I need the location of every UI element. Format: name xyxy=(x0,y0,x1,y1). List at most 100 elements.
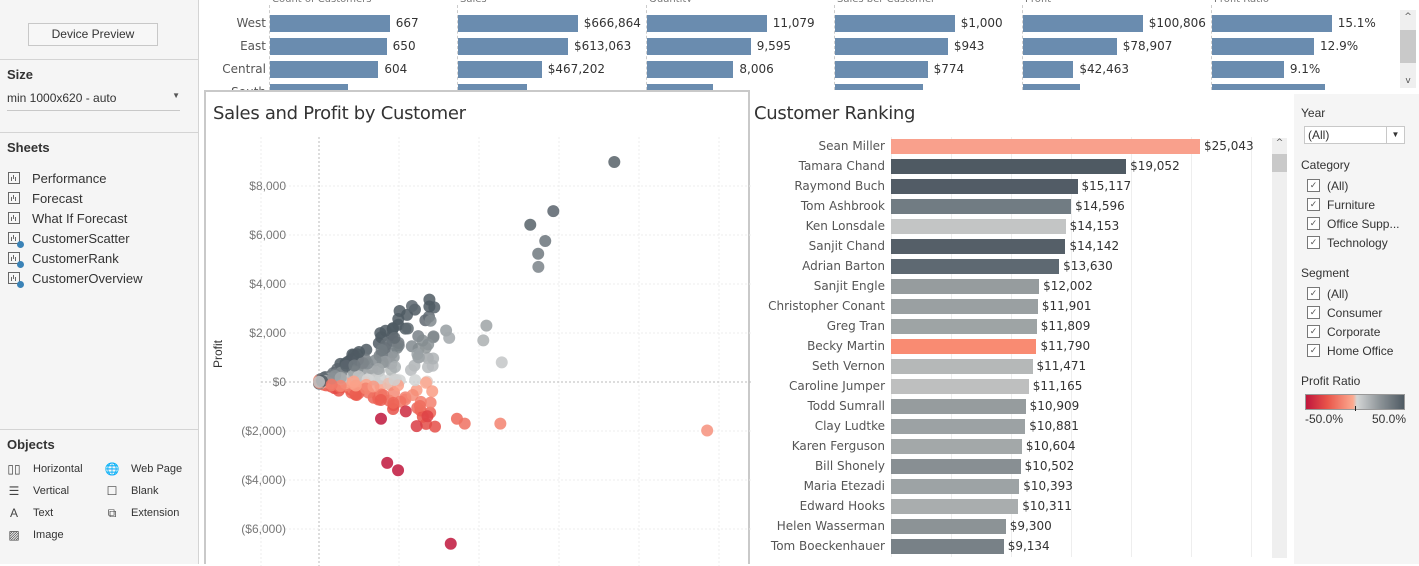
overview-scrollbar[interactable]: ^ v xyxy=(1400,10,1416,88)
scatter-point[interactable] xyxy=(375,343,388,356)
scatter-point[interactable] xyxy=(399,405,412,418)
scatter-point[interactable] xyxy=(375,412,387,425)
overview-bar[interactable] xyxy=(1212,61,1284,78)
scatter-point[interactable] xyxy=(387,396,400,409)
scatter-chart[interactable]: $8,000 $6,000 $4,000 $2,000 $0 ($2,000) ($4,00… xyxy=(206,92,752,566)
scatter-point[interactable] xyxy=(381,456,394,469)
ranking-bar[interactable] xyxy=(891,439,1022,454)
object-web-page[interactable]: 🌐 Web Page xyxy=(105,462,183,476)
ranking-row[interactable]: Karen Ferguson $10,604 xyxy=(752,437,1262,457)
scatter-point[interactable] xyxy=(401,322,414,335)
scatter-point[interactable] xyxy=(494,417,507,430)
ranking-row[interactable]: Greg Tran $11,809 xyxy=(752,317,1262,337)
ranking-bar[interactable] xyxy=(891,399,1026,414)
sheet-item[interactable]: CustomerRank xyxy=(8,248,143,268)
scatter-point[interactable] xyxy=(443,331,456,344)
ranking-row[interactable]: Seth Vernon $11,471 xyxy=(752,357,1262,377)
checkbox-checked-icon[interactable]: ✓ xyxy=(1307,236,1320,249)
scatter-point[interactable] xyxy=(524,218,537,231)
overview-bar[interactable] xyxy=(270,15,390,32)
overview-bar[interactable] xyxy=(270,61,379,78)
overview-bar[interactable] xyxy=(1023,61,1074,78)
scatter-point[interactable] xyxy=(495,356,508,369)
overview-bar[interactable] xyxy=(1023,15,1143,32)
ranking-row[interactable]: Raymond Buch $15,117 xyxy=(752,177,1262,197)
scatter-point[interactable] xyxy=(388,373,401,386)
overview-bar[interactable] xyxy=(458,15,578,32)
checkbox-checked-icon[interactable]: ✓ xyxy=(1307,344,1320,357)
ranking-bar[interactable] xyxy=(891,539,1004,554)
ranking-row[interactable]: Bill Shonely $10,502 xyxy=(752,457,1262,477)
checkbox-checked-icon[interactable]: ✓ xyxy=(1307,198,1320,211)
ranking-bar[interactable] xyxy=(891,459,1021,474)
scatter-point[interactable] xyxy=(313,375,326,388)
ranking-row[interactable]: Ken Lonsdale $14,153 xyxy=(752,217,1262,237)
scatter-point[interactable] xyxy=(423,300,436,313)
scroll-up-icon[interactable]: ^ xyxy=(1400,12,1416,22)
ranking-bar[interactable] xyxy=(891,299,1038,314)
scatter-point[interactable] xyxy=(532,247,545,260)
segment-checkbox-item[interactable]: ✓ Corporate xyxy=(1307,322,1380,341)
ranking-row[interactable]: Tom Ashbrook $14,596 xyxy=(752,197,1262,217)
scroll-down-icon[interactable]: v xyxy=(1400,76,1416,86)
scatter-point[interactable] xyxy=(367,380,380,393)
ranking-bar[interactable] xyxy=(891,259,1060,274)
scatter-point[interactable] xyxy=(424,314,437,327)
scatter-point[interactable] xyxy=(424,396,437,409)
scatter-point[interactable] xyxy=(480,319,493,332)
ranking-bar[interactable] xyxy=(891,219,1066,234)
scroll-up-icon[interactable]: ^ xyxy=(1272,138,1287,148)
ranking-row[interactable]: Caroline Jumper $11,165 xyxy=(752,377,1262,397)
overview-bar[interactable] xyxy=(1023,38,1117,55)
scroll-thumb[interactable] xyxy=(1272,154,1287,172)
overview-bar[interactable] xyxy=(835,15,955,32)
ranking-bar[interactable] xyxy=(891,239,1066,254)
ranking-scrollbar[interactable]: ^ xyxy=(1272,138,1287,558)
scatter-point[interactable] xyxy=(349,379,362,392)
scatter-point[interactable] xyxy=(374,394,387,407)
ranking-row[interactable]: Helen Wasserman $9,300 xyxy=(752,517,1262,537)
ranking-row[interactable]: Todd Sumrall $10,909 xyxy=(752,397,1262,417)
year-dropdown[interactable]: (All) ▼ xyxy=(1304,126,1405,144)
scatter-point[interactable] xyxy=(532,260,545,273)
overview-bar[interactable] xyxy=(647,61,734,78)
scatter-point[interactable] xyxy=(413,399,426,412)
overview-bar[interactable] xyxy=(1023,84,1080,90)
category-checkbox-item[interactable]: ✓ Furniture xyxy=(1307,195,1375,214)
ranking-row[interactable]: Sanjit Chand $14,142 xyxy=(752,237,1262,257)
ranking-row[interactable]: Adrian Barton $13,630 xyxy=(752,257,1262,277)
overview-bar[interactable] xyxy=(1212,38,1315,55)
ranking-bar[interactable] xyxy=(891,339,1037,354)
ranking-row[interactable]: Christopher Conant $11,901 xyxy=(752,297,1262,317)
scatter-point[interactable] xyxy=(409,374,422,387)
size-dropdown[interactable]: min 1000x620 - auto ▼ xyxy=(7,91,180,111)
ranking-bar[interactable] xyxy=(891,139,1200,154)
scatter-point[interactable] xyxy=(372,363,385,376)
ranking-bar[interactable] xyxy=(891,379,1029,394)
ranking-row[interactable]: Sean Miller $25,043 xyxy=(752,137,1262,157)
ranking-row[interactable]: Tamara Chand $19,052 xyxy=(752,157,1262,177)
sheet-item[interactable]: Performance xyxy=(8,168,143,188)
object-text[interactable]: A Text xyxy=(7,506,53,520)
object-image[interactable]: ▨ Image xyxy=(7,528,63,542)
scatter-point[interactable] xyxy=(393,304,406,317)
category-checkbox-item[interactable]: ✓ Technology xyxy=(1307,233,1388,252)
ranking-bar[interactable] xyxy=(891,279,1040,294)
scatter-point[interactable] xyxy=(421,410,434,423)
sheet-item[interactable]: CustomerScatter xyxy=(8,228,143,248)
object-horizontal[interactable]: ▯▯ Horizontal xyxy=(7,462,82,476)
scatter-point[interactable] xyxy=(539,234,552,247)
scroll-thumb[interactable] xyxy=(1400,30,1416,63)
ranking-bar[interactable] xyxy=(891,479,1020,494)
sheet-item[interactable]: CustomerOverview xyxy=(8,268,143,288)
device-preview-button[interactable]: Device Preview xyxy=(28,23,158,46)
overview-bar[interactable] xyxy=(1212,84,1326,90)
ranking-row[interactable]: Becky Martin $11,790 xyxy=(752,337,1262,357)
overview-bar[interactable] xyxy=(647,15,767,32)
object-extension[interactable]: ⧉ Extension xyxy=(105,506,180,520)
scatter-point[interactable] xyxy=(348,359,361,372)
scatter-point[interactable] xyxy=(547,205,560,218)
scatter-panel[interactable]: Sales and Profit by Customer $8,000 $6,00… xyxy=(204,90,752,566)
scatter-point[interactable] xyxy=(444,537,457,550)
ranking-bar[interactable] xyxy=(891,359,1033,374)
